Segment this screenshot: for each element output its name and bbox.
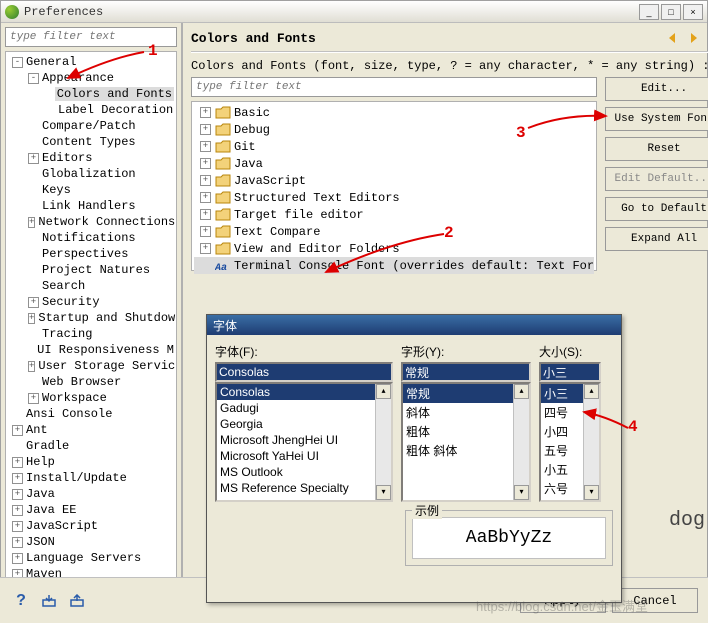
tree-item[interactable]: Colors and Fonts	[8, 86, 174, 102]
page-title: Colors and Fonts	[191, 31, 316, 46]
tree-item[interactable]: +JSON	[8, 534, 174, 550]
tree-item[interactable]: Ansi Console	[8, 406, 174, 422]
tree-item[interactable]: +Java	[8, 486, 174, 502]
tree-item[interactable]: +Install/Update	[8, 470, 174, 486]
list-item[interactable]: 粗体	[403, 422, 529, 441]
sample-group-label: 示例	[412, 502, 442, 519]
tree-item[interactable]: +JavaScript	[8, 518, 174, 534]
use-system-font-button[interactable]: Use System Font	[605, 107, 708, 131]
list-item[interactable]: Georgia	[217, 416, 391, 432]
preferences-tree-panel: -General-AppearanceColors and FontsLabel…	[1, 23, 183, 622]
list-item[interactable]: 斜体	[403, 403, 529, 422]
tree-item[interactable]: Compare/Patch	[8, 118, 174, 134]
font-dialog: 字体 字体(F): ConsolasGadugiGeorgiaMicrosoft…	[206, 314, 622, 603]
edit-button[interactable]: Edit...	[605, 77, 708, 101]
tree-item[interactable]: -Appearance	[8, 70, 174, 86]
list-item[interactable]: 常规	[403, 384, 529, 403]
close-button[interactable]: ×	[683, 4, 703, 20]
svg-text:Aa: Aa	[215, 263, 227, 272]
tree-item[interactable]: Content Types	[8, 134, 174, 150]
go-to-default-button[interactable]: Go to Default	[605, 197, 708, 221]
tree-item[interactable]: Search	[8, 278, 174, 294]
tree-item[interactable]: +Editors	[8, 150, 174, 166]
list-item[interactable]: Microsoft JhengHei UI	[217, 432, 391, 448]
tree-item[interactable]: Label Decoration	[8, 102, 174, 118]
tree-item[interactable]: Globalization	[8, 166, 174, 182]
font-input[interactable]	[215, 362, 393, 382]
tree-item[interactable]: Perspectives	[8, 246, 174, 262]
cf-tree-item[interactable]: +JavaScript	[194, 172, 594, 189]
tree-item[interactable]: +Ant	[8, 422, 174, 438]
list-item[interactable]: Microsoft YaHei UI	[217, 448, 391, 464]
tree-item[interactable]: Project Natures	[8, 262, 174, 278]
list-item[interactable]: MS Reference Specialty	[217, 480, 391, 496]
minimize-button[interactable]: _	[639, 4, 659, 20]
back-button[interactable]	[665, 29, 683, 47]
maximize-button[interactable]: □	[661, 4, 681, 20]
tree-item[interactable]: +Network Connections	[8, 214, 174, 230]
style-label: 字形(Y):	[401, 343, 531, 360]
import-icon[interactable]	[38, 590, 60, 612]
font-label: 字体(F):	[215, 343, 393, 360]
tree-item[interactable]: Notifications	[8, 230, 174, 246]
expand-all-button[interactable]: Expand All	[605, 227, 708, 251]
tree-item[interactable]: +Java EE	[8, 502, 174, 518]
cf-tree-item[interactable]: +Basic	[194, 104, 594, 121]
watermark: https://blog.csdn.net/金玉满堂	[476, 596, 648, 615]
reset-button[interactable]: Reset	[605, 137, 708, 161]
list-item[interactable]: MS Outlook	[217, 464, 391, 480]
export-icon[interactable]	[66, 590, 88, 612]
cf-tree-item[interactable]: +Target file editor	[194, 206, 594, 223]
tree-item[interactable]: +Help	[8, 454, 174, 470]
forward-button[interactable]	[685, 29, 703, 47]
annotation-3: 3	[516, 124, 526, 142]
tree-item[interactable]: +Startup and Shutdow	[8, 310, 174, 326]
annotation-1: 1	[148, 42, 158, 60]
style-input[interactable]	[401, 362, 531, 382]
size-label: 大小(S):	[539, 343, 601, 360]
cf-tree-item[interactable]: +Git	[194, 138, 594, 155]
size-listbox[interactable]: 小三四号小四五号小五六号小六▴▾	[539, 382, 601, 502]
tree-item[interactable]: +Language Servers	[8, 550, 174, 566]
tree-item[interactable]: Keys	[8, 182, 174, 198]
size-input[interactable]	[539, 362, 601, 382]
tree-item[interactable]: Link Handlers	[8, 198, 174, 214]
cf-tree-item[interactable]: +Structured Text Editors	[194, 189, 594, 206]
tree-item[interactable]: Gradle	[8, 438, 174, 454]
titlebar: Preferences _ □ ×	[1, 1, 707, 23]
cf-tree-item[interactable]: +Debug	[194, 121, 594, 138]
tree-item[interactable]: Tracing	[8, 326, 174, 342]
cf-tree-item[interactable]: +Text Compare	[194, 223, 594, 240]
sample-text: AaBbYyZz	[412, 517, 606, 559]
cf-filter-input[interactable]	[191, 77, 597, 97]
preferences-tree[interactable]: -General-AppearanceColors and FontsLabel…	[5, 51, 177, 618]
tree-item[interactable]: UI Responsiveness M	[8, 342, 174, 358]
annotation-2: 2	[444, 224, 454, 242]
font-dialog-title: 字体	[207, 315, 621, 335]
window-title: Preferences	[24, 5, 103, 19]
font-listbox[interactable]: ConsolasGadugiGeorgiaMicrosoft JhengHei …	[215, 382, 393, 502]
tree-item[interactable]: +Security	[8, 294, 174, 310]
list-item[interactable]: 粗体 斜体	[403, 441, 529, 460]
style-listbox[interactable]: 常规斜体粗体粗体 斜体▴▾	[401, 382, 531, 502]
cf-tree-item[interactable]: +View and Editor Folders	[194, 240, 594, 257]
tree-item[interactable]: +User Storage Servic	[8, 358, 174, 374]
colors-fonts-tree[interactable]: +Basic+Debug+Git+Java+JavaScript+Structu…	[191, 101, 597, 271]
cf-tree-item[interactable]: +Java	[194, 155, 594, 172]
app-icon	[5, 5, 19, 19]
preview-text: dog.	[669, 509, 708, 532]
cf-tree-item-selected[interactable]: AaTerminal Console Font (overrides defau…	[194, 257, 594, 274]
tree-item[interactable]: +Workspace	[8, 390, 174, 406]
page-description: Colors and Fonts (font, size, type, ? = …	[191, 59, 708, 73]
list-item[interactable]: Gadugi	[217, 400, 391, 416]
list-item[interactable]: Consolas	[217, 384, 391, 400]
tree-item[interactable]: Web Browser	[8, 374, 174, 390]
edit-default-button: Edit Default...	[605, 167, 708, 191]
annotation-4: 4	[628, 418, 638, 436]
help-icon[interactable]: ?	[10, 590, 32, 612]
